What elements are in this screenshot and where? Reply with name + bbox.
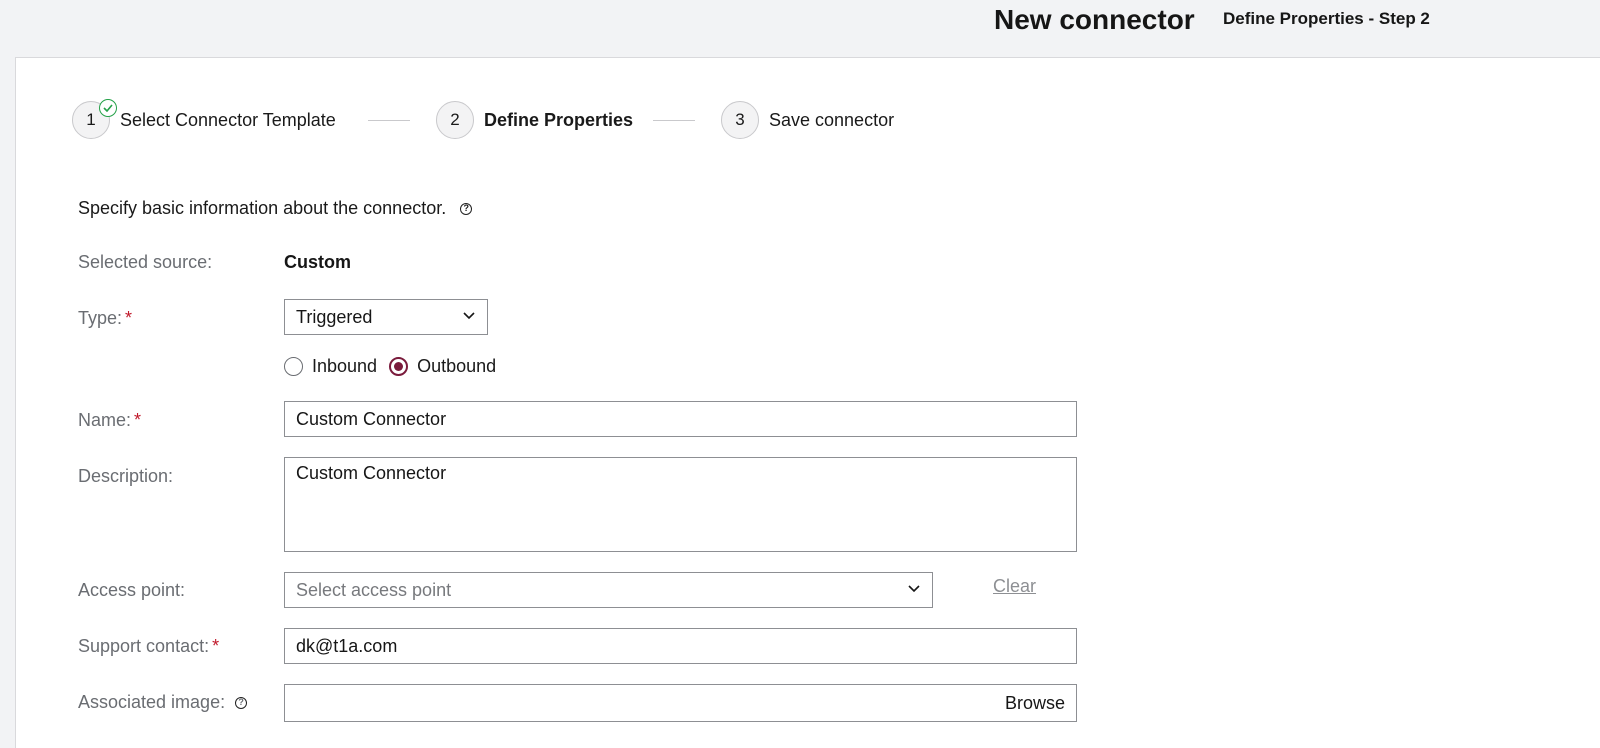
associated-image-file-input[interactable]: Browse [284,684,1077,722]
selected-source-label: Selected source: [78,252,213,272]
support-contact-label: Support contact: * [78,636,220,656]
required-mark: * [212,636,220,656]
step-label: Define Properties [484,109,634,130]
description-textarea[interactable]: Custom Connector [284,457,1077,552]
step-label: Select Connector Template [120,109,336,130]
step-connector-line [368,120,410,121]
help-icon[interactable]: ? [460,202,473,215]
type-label: Type: * [78,308,133,328]
required-mark: * [134,410,142,430]
clear-access-point-link[interactable]: Clear [993,576,1036,597]
step-number-circle: 3 [721,101,759,139]
chevron-down-icon [463,312,475,320]
main-panel: 1 Select Connector Template 2 Define Pro… [15,57,1600,748]
chevron-down-icon [908,585,920,593]
selected-source-value: Custom [284,252,351,272]
inbound-radio-label[interactable]: Inbound [312,356,377,377]
description-label: Description: [78,466,174,486]
step-save-connector[interactable]: 3 Save connector [721,101,894,139]
step-define-properties[interactable]: 2 Define Properties [436,101,633,139]
form-intro: Specify basic information about the conn… [78,198,473,219]
associated-image-label: Associated image: ? [78,692,248,713]
name-label: Name: * [78,410,142,430]
name-input[interactable]: Custom Connector [284,401,1077,437]
inbound-radio[interactable] [284,357,303,376]
browse-button[interactable]: Browse [1005,693,1065,714]
direction-radio-group: Inbound Outbound [284,356,508,377]
type-select[interactable]: Triggered [284,299,488,335]
step-select-template[interactable]: 1 Select Connector Template [72,99,336,139]
outbound-radio-label[interactable]: Outbound [417,356,496,377]
check-icon [99,99,117,117]
page-title: New connector [994,4,1195,35]
outbound-radio[interactable] [389,357,409,376]
step-label: Save connector [769,109,895,130]
help-icon[interactable]: ? [235,696,248,709]
access-point-select[interactable]: Select access point [284,572,933,608]
required-mark: * [125,308,133,328]
step-number-circle: 2 [436,101,474,139]
step-number-circle: 1 [72,99,117,139]
support-contact-input[interactable]: dk@t1a.com [284,628,1077,664]
page-subtitle: Define Properties - Step 2 [1223,9,1430,28]
access-point-label: Access point: [78,580,186,600]
step-connector-line [653,120,695,121]
